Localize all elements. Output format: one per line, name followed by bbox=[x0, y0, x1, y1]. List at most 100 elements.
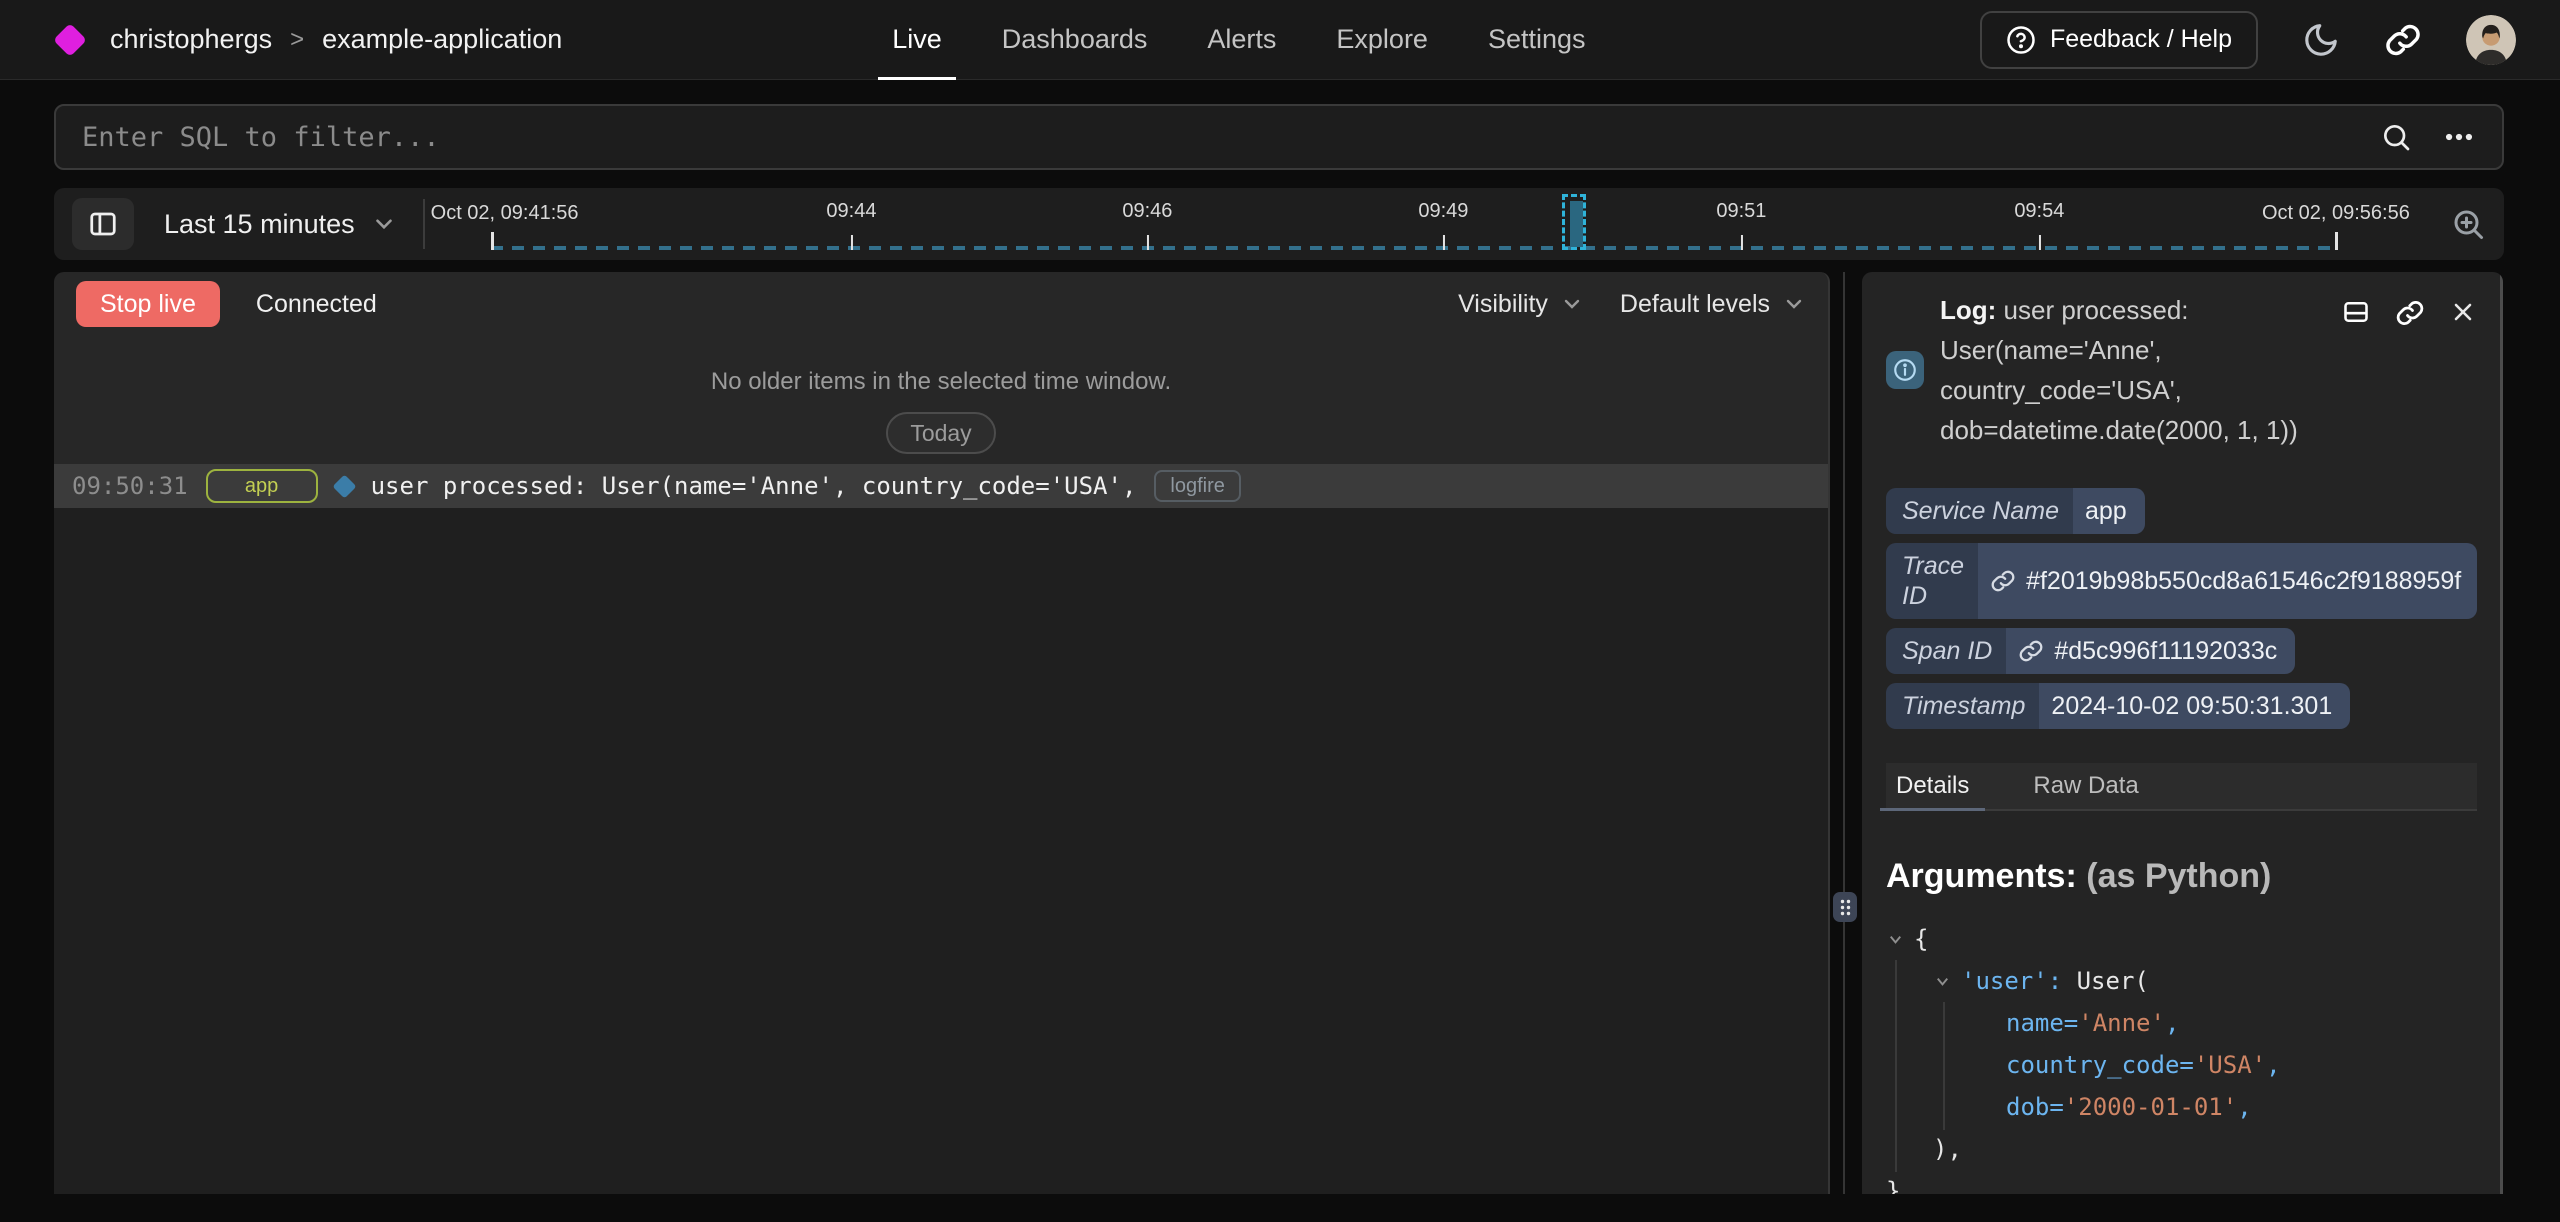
log-message: user processed: User(name='Anne', countr… bbox=[371, 472, 1137, 500]
log-timestamp: 09:50:31 bbox=[72, 472, 188, 500]
nav-tab-settings[interactable]: Settings bbox=[1458, 0, 1616, 80]
user-avatar[interactable] bbox=[2466, 15, 2516, 65]
service-badge: app bbox=[206, 469, 318, 503]
timeline-axis[interactable]: Oct 02, 09:41:56 Oct 02, 09:56:56 09:440… bbox=[425, 188, 2438, 260]
breadcrumb-separator-icon: > bbox=[290, 26, 304, 54]
nav-tab-dashboards[interactable]: Dashboards bbox=[972, 0, 1178, 80]
logfire-logo-icon[interactable] bbox=[53, 23, 87, 57]
log-tag: logfire bbox=[1154, 470, 1240, 502]
detail-header: Log: user processed: User(name='Anne', c… bbox=[1886, 290, 2477, 450]
expand-chevron-icon[interactable] bbox=[1886, 930, 1914, 949]
magnifier-plus-icon bbox=[2450, 206, 2486, 242]
nav-tab-explore[interactable]: Explore bbox=[1306, 0, 1458, 80]
empty-notice-text: No older items in the selected time wind… bbox=[54, 368, 1828, 396]
open-in-panel-icon[interactable] bbox=[2341, 298, 2371, 326]
timeline-tick-label: 09:54 bbox=[2014, 200, 2064, 223]
visibility-dropdown[interactable]: Visibility bbox=[1458, 290, 1584, 319]
chevron-down-icon bbox=[371, 211, 397, 237]
attribute-badge-service-name[interactable]: Service Nameapp bbox=[1886, 488, 2145, 534]
arguments-heading-main: Arguments: bbox=[1886, 857, 2077, 895]
attribute-badge-timestamp[interactable]: Timestamp2024-10-02 09:50:31.301 bbox=[1886, 683, 2350, 729]
attribute-value: app bbox=[2073, 488, 2145, 534]
detail-scrollbar[interactable] bbox=[2500, 272, 2503, 1194]
detail-actions bbox=[2341, 290, 2477, 450]
code-token: , bbox=[2237, 1093, 2251, 1121]
timeline-start-label: Oct 02, 09:41:56 bbox=[431, 202, 579, 225]
timeline-tick-label: 09:51 bbox=[1716, 200, 1766, 223]
indent-guide bbox=[1943, 1002, 1945, 1130]
attribute-label: Timestamp bbox=[1886, 683, 2039, 729]
close-panel-icon[interactable] bbox=[2449, 298, 2477, 326]
feedback-help-label: Feedback / Help bbox=[2050, 25, 2232, 54]
log-row[interactable]: 09:50:31 app user processed: User(name='An… bbox=[54, 464, 1828, 508]
share-link-icon[interactable] bbox=[2384, 21, 2422, 59]
help-icon bbox=[2006, 25, 2036, 55]
log-detail-panel: Log: user processed: User(name='Anne', c… bbox=[1862, 272, 2503, 1194]
detail-tabs: Details Raw Data bbox=[1886, 763, 2477, 811]
expand-chevron-icon[interactable] bbox=[1933, 972, 1961, 991]
timeline-tick-mark bbox=[1741, 235, 1743, 250]
code-token: { bbox=[1914, 925, 1928, 953]
attribute-label: Span ID bbox=[1886, 628, 2006, 674]
code-line: { bbox=[1886, 918, 2477, 960]
content-panels: Stop live Connected Visibility Default l… bbox=[54, 272, 2503, 1194]
breadcrumb-project[interactable]: example-application bbox=[322, 24, 562, 55]
topbar: christophergs > example-application Live… bbox=[0, 0, 2560, 80]
timeline-tick-label: 09:46 bbox=[1122, 200, 1172, 223]
detail-tab-raw-data[interactable]: Raw Data bbox=[2025, 763, 2146, 809]
time-range-dropdown[interactable]: Last 15 minutes bbox=[164, 209, 397, 240]
attribute-badges: Service Nameapp Trace ID#f2019b98b550cd8a… bbox=[1886, 488, 2477, 729]
log-list-empty-area bbox=[54, 508, 1828, 1194]
arguments-heading-sub: (as Python) bbox=[2086, 857, 2271, 895]
code-token: : bbox=[2048, 967, 2077, 995]
time-range-label: Last 15 minutes bbox=[164, 209, 355, 240]
search-icon[interactable] bbox=[2380, 121, 2412, 153]
panel-splitter[interactable] bbox=[1830, 272, 1862, 1194]
timeline-tick: 09:44 bbox=[826, 200, 876, 250]
empty-notice-zone: No older items in the selected time wind… bbox=[54, 336, 1828, 464]
toggle-sidebar-button[interactable] bbox=[72, 198, 134, 250]
timeline-activity-spike[interactable] bbox=[1562, 194, 1586, 250]
timeline-tick-mark bbox=[851, 235, 853, 250]
indent-guide bbox=[1895, 960, 1897, 1172]
copy-link-icon[interactable] bbox=[2395, 298, 2425, 328]
code-token: dob= bbox=[2006, 1093, 2064, 1121]
panel-left-icon bbox=[87, 209, 119, 239]
more-options-icon[interactable] bbox=[2442, 120, 2476, 154]
arguments-heading: Arguments: (as Python) bbox=[1886, 857, 2477, 896]
sql-filter-input[interactable] bbox=[82, 122, 2380, 153]
splitter-grip-handle[interactable] bbox=[1833, 892, 1857, 922]
chevron-down-icon bbox=[1782, 292, 1806, 316]
visibility-label: Visibility bbox=[1458, 290, 1548, 319]
detail-tab-details[interactable]: Details bbox=[1888, 763, 1977, 809]
link-icon bbox=[1990, 568, 2016, 594]
code-line: ), bbox=[1886, 1128, 2477, 1170]
log-level-diamond-icon bbox=[332, 474, 356, 498]
attribute-badge-trace-id[interactable]: Trace ID#f2019b98b550cd8a61546c2f9188959… bbox=[1886, 543, 2477, 619]
breadcrumb-org[interactable]: christophergs bbox=[110, 24, 272, 55]
main-nav: LiveDashboardsAlertsExploreSettings bbox=[862, 0, 1615, 80]
splitter-line bbox=[1843, 272, 1845, 1194]
live-log-panel: Stop live Connected Visibility Default l… bbox=[54, 272, 1830, 1194]
nav-tab-alerts[interactable]: Alerts bbox=[1177, 0, 1306, 80]
connection-status: Connected bbox=[256, 290, 377, 319]
zoom-in-button[interactable] bbox=[2450, 206, 2486, 242]
code-line: country_code='USA', bbox=[1886, 1044, 2477, 1086]
stop-live-button[interactable]: Stop live bbox=[76, 281, 220, 327]
timeline-tick-label: 09:49 bbox=[1418, 200, 1468, 223]
info-level-icon bbox=[1886, 351, 1924, 389]
default-levels-dropdown[interactable]: Default levels bbox=[1620, 290, 1806, 319]
detail-title-kind: Log: bbox=[1940, 295, 1996, 325]
timeline-tick: 09:54 bbox=[2014, 200, 2064, 250]
code-token: , bbox=[2266, 1051, 2280, 1079]
theme-toggle-moon-icon[interactable] bbox=[2302, 21, 2340, 59]
topbar-actions: Feedback / Help bbox=[1980, 11, 2516, 69]
today-button[interactable]: Today bbox=[886, 412, 995, 454]
drag-dots-icon bbox=[1839, 898, 1852, 917]
nav-tab-live[interactable]: Live bbox=[862, 0, 972, 80]
attribute-badge-span-id[interactable]: Span ID#d5c996f11192033c bbox=[1886, 628, 2295, 674]
code-token: User( bbox=[2077, 967, 2149, 995]
timeline-tick-label: 09:44 bbox=[826, 200, 876, 223]
timeline-tick: 09:51 bbox=[1716, 200, 1766, 250]
feedback-help-button[interactable]: Feedback / Help bbox=[1980, 11, 2258, 69]
